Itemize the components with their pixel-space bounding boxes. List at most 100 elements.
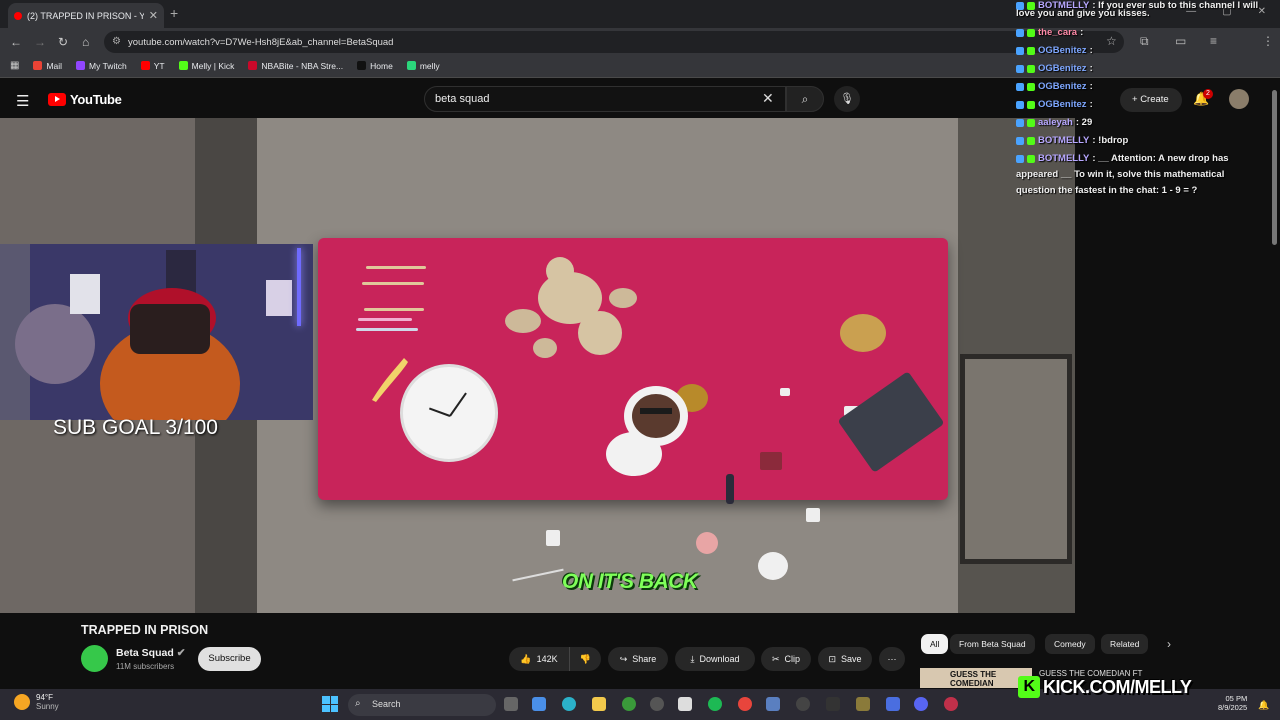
video-floor-tile <box>960 354 1072 564</box>
hamburger-menu-icon[interactable]: ☰ <box>16 92 29 110</box>
create-button[interactable]: + Create <box>1120 88 1182 112</box>
browser-tab[interactable]: (2) TRAPPED IN PRISON - Y ✕ <box>8 3 164 28</box>
webcam-overlay <box>0 244 313 420</box>
file-explorer-icon[interactable] <box>592 697 606 711</box>
small-item <box>806 508 820 522</box>
chat-username[interactable]: BOTMELLY <box>1038 153 1089 164</box>
close-tab-icon[interactable]: ✕ <box>149 9 158 22</box>
wall-clock <box>400 364 498 462</box>
back-icon[interactable]: ← <box>10 35 22 49</box>
chat-line: love you and give you kisses. <box>1016 8 1150 19</box>
bookmark-item[interactable]: YT <box>140 61 165 71</box>
store-icon[interactable] <box>678 697 692 711</box>
bookmark-item[interactable]: My Twitch <box>76 61 127 71</box>
more-actions-button[interactable]: ⋯ <box>879 647 905 671</box>
small-dark-item <box>726 474 734 504</box>
recommended-thumbnail[interactable]: GUESS THE COMEDIAN <box>920 668 1032 688</box>
save-button[interactable]: ⊡ Save <box>818 647 872 671</box>
search-input[interactable]: beta squad <box>424 86 786 112</box>
notification-center-icon[interactable]: 🔔 <box>1258 700 1269 711</box>
url-field[interactable]: ⚙ youtube.com/watch?v=D7We-Hsh8jE&ab_cha… <box>104 31 1124 53</box>
chat-line: the_cara: <box>1016 27 1083 38</box>
bookmark-item[interactable]: NBABite - NBA Stre... <box>248 61 343 71</box>
clear-search-icon[interactable]: ✕ <box>762 90 774 107</box>
youtube-logo[interactable]: YouTube <box>48 92 122 107</box>
avatar[interactable] <box>1229 89 1249 109</box>
chat-username[interactable]: BOTMELLY <box>1038 135 1089 146</box>
system-clock[interactable]: 05 PM 8/9/2025 <box>1218 694 1247 712</box>
reload-icon[interactable]: ↻ <box>58 35 68 49</box>
chat-message: : 29 <box>1075 117 1093 128</box>
chat-username[interactable]: OGBenitez <box>1038 45 1087 56</box>
chat-message: : <box>1080 27 1084 38</box>
chat-username[interactable]: the_cara <box>1038 27 1077 38</box>
chevron-right-icon[interactable]: › <box>1167 637 1171 651</box>
bookmark-item[interactable]: Home <box>357 61 393 71</box>
chat-username[interactable]: aaleyah <box>1038 117 1073 128</box>
media-icon[interactable]: ≡ <box>1210 34 1217 48</box>
weather-desc: Sunny <box>36 702 59 711</box>
channel-avatar[interactable] <box>81 645 108 672</box>
weather-widget[interactable]: 94°F Sunny <box>14 693 59 711</box>
spotify-icon[interactable] <box>708 697 722 711</box>
new-tab-icon[interactable]: + <box>170 5 178 21</box>
thumbs-up-icon: 👍 <box>520 653 532 664</box>
stick-item <box>362 282 424 285</box>
app-icon[interactable] <box>650 697 664 711</box>
bookmark-item[interactable]: Mail <box>33 61 62 71</box>
dislike-button[interactable]: 👎 <box>569 647 601 671</box>
close-window-icon[interactable]: ✕ <box>1258 6 1266 17</box>
menu-icon[interactable]: ⋮ <box>1262 34 1274 48</box>
subscribe-button[interactable]: Subscribe <box>198 647 261 671</box>
widgets-icon[interactable] <box>532 697 546 711</box>
start-button[interactable] <box>322 696 338 712</box>
chat-username[interactable]: OGBenitez <box>1038 63 1087 74</box>
filter-chip[interactable]: From Beta Squad <box>950 634 1035 654</box>
xbox-icon[interactable] <box>622 697 636 711</box>
home-icon[interactable]: ⌂ <box>82 35 89 49</box>
bookmarks-list: ▦ Mail My Twitch YT Melly | Kick NBABite - N… <box>10 60 440 71</box>
page-scrollbar[interactable] <box>1272 90 1277 245</box>
bookmark-label: Mail <box>46 60 63 71</box>
edge-icon[interactable] <box>562 697 576 711</box>
download-button[interactable]: ⤓ Download <box>675 647 755 671</box>
voice-search-icon[interactable]: 🎙 <box>834 86 860 112</box>
apps-grid-icon[interactable]: ▦ <box>10 60 19 71</box>
bookmark-item[interactable]: Melly | Kick <box>178 61 234 71</box>
bookmark-star-icon[interactable]: ☆ <box>1106 34 1117 48</box>
download-icon: ⤓ <box>690 653 695 664</box>
task-view-icon[interactable] <box>504 697 518 711</box>
app-blue-icon[interactable] <box>886 697 900 711</box>
chat-message: love you and give you kisses. <box>1016 8 1150 19</box>
chat-line: BOTMELLY: __ Attention: A new drop has <box>1016 153 1229 164</box>
filter-chip[interactable]: Comedy <box>1045 634 1095 654</box>
app-arrow-icon[interactable] <box>826 697 840 711</box>
extensions-icon[interactable]: ⧉ <box>1140 34 1149 49</box>
clip-button[interactable]: ✂ Clip <box>761 647 811 671</box>
sun-icon <box>14 694 30 710</box>
kick-url: KICK.COM/MELLY <box>1043 676 1192 697</box>
search-button[interactable]: ⌕ <box>786 86 824 112</box>
bookmark-item[interactable]: melly <box>406 61 440 71</box>
cast-icon[interactable]: ▭ <box>1175 34 1186 48</box>
chat-line: OGBenitez: <box>1016 99 1093 110</box>
chat-username[interactable]: OGBenitez <box>1038 99 1087 110</box>
photos-icon[interactable] <box>766 697 780 711</box>
site-info-icon[interactable]: ⚙ <box>112 36 121 47</box>
share-button[interactable]: ↪ Share <box>608 647 668 671</box>
chat-message: : <box>1089 81 1093 92</box>
stick-item <box>366 266 426 269</box>
like-button[interactable]: 👍 142K <box>509 647 569 671</box>
channel-name[interactable]: Beta Squad ✔ <box>116 647 186 659</box>
chat-badge-icon <box>1016 100 1024 109</box>
chrome-icon[interactable] <box>738 697 752 711</box>
media-player-icon[interactable] <box>796 697 810 711</box>
forward-icon[interactable]: → <box>34 35 46 49</box>
filter-chip[interactable]: All <box>921 634 949 654</box>
pin-icon[interactable] <box>944 697 958 711</box>
filter-chip[interactable]: Related <box>1101 634 1149 654</box>
discord-icon[interactable] <box>914 697 928 711</box>
game-icon[interactable] <box>856 697 870 711</box>
taskbar-search[interactable]: ⌕ Search <box>348 694 496 716</box>
chat-username[interactable]: OGBenitez <box>1038 81 1087 92</box>
